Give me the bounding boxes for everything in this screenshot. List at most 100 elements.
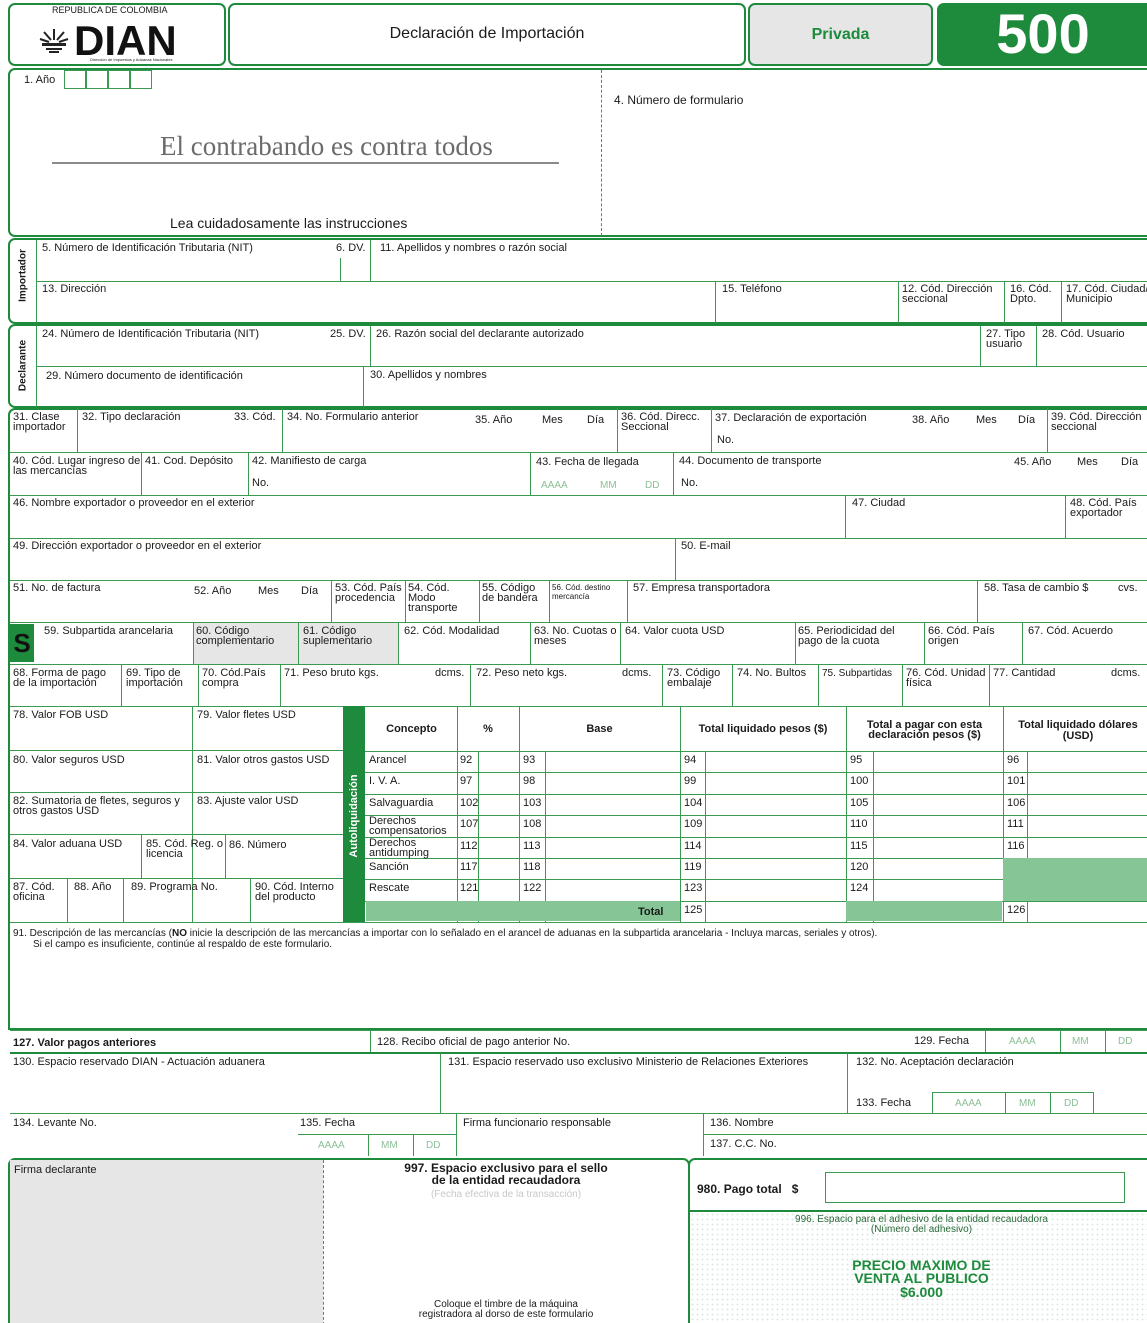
- autoliq-row-total-num: 109: [684, 818, 703, 830]
- autoliquidacion-label: Autoliquidación: [348, 774, 360, 858]
- f51-label: 51. No. de factura: [13, 582, 101, 594]
- instructions: Lea cuidadosamente las instrucciones: [170, 215, 408, 231]
- f43-label: 43. Fecha de llegada: [536, 456, 639, 468]
- firma-funcionario-label: Firma funcionario responsable: [463, 1117, 611, 1129]
- f129-aaaa: AAAA: [1009, 1036, 1036, 1047]
- f35-mes: Mes: [542, 414, 563, 426]
- f89-label: 89. Programa No.: [131, 881, 218, 893]
- firma-declarante-label: Firma declarante: [14, 1164, 97, 1176]
- f35-dia: Día: [587, 414, 605, 426]
- autoliq-header-pct: %: [483, 723, 493, 735]
- f135-aaaa: AAAA: [318, 1140, 345, 1151]
- f48-label: 48. Cód. País exportador: [1070, 497, 1137, 519]
- autoliq-row-pct-num: 97: [460, 775, 473, 787]
- f58-cvs: cvs.: [1118, 582, 1138, 594]
- f1-label: 1. Año: [24, 74, 56, 86]
- f77-label: 77. Cantidad: [993, 667, 1056, 679]
- f129-dd: DD: [1118, 1036, 1133, 1047]
- f12-label: 12. Cód. Dirección seccional: [902, 283, 993, 305]
- f130-label: 130. Espacio reservado DIAN - Actuación …: [13, 1056, 265, 1068]
- f15-label: 15. Teléfono: [722, 283, 782, 295]
- autoliq-header-total-pesos: Total liquidado pesos ($): [698, 723, 828, 735]
- f27-label: 27. Tipo usuario: [986, 328, 1026, 350]
- f37-label: 37. Declaración de exportación: [715, 412, 867, 424]
- f74-label: 74. No. Bultos: [737, 667, 807, 679]
- f42-label: 42. Manifiesto de carga: [252, 455, 367, 467]
- year-box-1[interactable]: [64, 70, 86, 89]
- year-box-3[interactable]: [108, 70, 130, 89]
- f55-label: 55. Código de bandera: [482, 582, 538, 604]
- declarante-side-label: Declarante: [17, 339, 29, 392]
- dian-logo-icon: [38, 26, 70, 58]
- f50-label: 50. E-mail: [681, 540, 731, 552]
- autoliq-row-pagar-num: 124: [850, 882, 869, 894]
- autoliq-row-pct-num: 112: [460, 840, 478, 852]
- f60-label: 60. Código complementario: [196, 625, 275, 647]
- f76-label: 76. Cód. Unidad física: [906, 667, 986, 689]
- f71-label: 71. Peso bruto kgs.: [284, 667, 379, 679]
- autoliq-row-total-num: 99: [684, 775, 697, 787]
- f62-label: 62. Cód. Modalidad: [404, 625, 500, 637]
- f83-label: 83. Ajuste valor USD: [197, 795, 299, 807]
- f37-no: No.: [717, 434, 735, 446]
- autoliq-row-pct-num: 117: [460, 861, 478, 873]
- autoliq-row-total-num: 104: [684, 797, 703, 809]
- f135-label: 135. Fecha: [300, 1117, 356, 1129]
- f4-label: 4. Número de formulario: [614, 93, 744, 107]
- f128-label: 128. Recibo oficial de pago anterior No.: [377, 1036, 571, 1048]
- f82-label: 82. Sumatoria de fletes, seguros y otros…: [13, 795, 180, 817]
- f49-label: 49. Dirección exportador o proveedor en …: [13, 540, 262, 552]
- republic-label: REPUBLICA DE COLOMBIA: [52, 5, 168, 15]
- f43-mm: MM: [600, 480, 617, 491]
- pago-total-input[interactable]: [825, 1172, 1125, 1203]
- f136-label: 136. Nombre: [710, 1117, 774, 1129]
- autoliq-row-pct-num: 92: [460, 754, 473, 766]
- f39-label: 39. Cód. Dirección seccional: [1051, 411, 1142, 433]
- autoliq-row-pagar-num: 95: [850, 754, 863, 766]
- autoliq-header-base: Base: [586, 723, 613, 735]
- autoliq-row-pagar-num: 100: [850, 775, 869, 787]
- f88-label: 88. Año: [74, 881, 112, 893]
- f80-label: 80. Valor seguros USD: [13, 754, 125, 766]
- year-box-2[interactable]: [86, 70, 108, 89]
- f78-label: 78. Valor FOB USD: [13, 709, 109, 721]
- f72-label: 72. Peso neto kgs.: [476, 667, 568, 679]
- f133-aaaa: AAAA: [955, 1098, 982, 1109]
- f135-mm: MM: [381, 1140, 398, 1151]
- privada-label: Privada: [811, 26, 870, 43]
- f59-label: 59. Subpartida arancelaria: [44, 625, 174, 637]
- f52-dia: Día: [301, 585, 319, 597]
- f41-label: 41. Cod. Depósito: [145, 455, 234, 467]
- year-box-4[interactable]: [130, 70, 152, 89]
- f61-label: 61. Código suplementario: [303, 625, 373, 647]
- autoliq-row-base-num: 108: [523, 818, 542, 830]
- dian-logo-text: DIAN: [74, 17, 177, 64]
- f133-label: 133. Fecha: [856, 1097, 912, 1109]
- f65-label: 65. Periodicidad del pago de la cuota: [798, 625, 895, 647]
- autoliq-header-concepto: Concepto: [386, 723, 437, 735]
- autoliq-row-base-num: 113: [523, 840, 541, 852]
- autoliq-row-base-num: 93: [523, 754, 536, 766]
- f77-dcms: dcms.: [1111, 667, 1141, 679]
- f56-label: 56. Cód. destino mercancía: [552, 583, 611, 601]
- f134-label: 134. Levante No.: [13, 1117, 97, 1129]
- f71-dcms: dcms.: [435, 667, 465, 679]
- f54-label: 54. Cód. Modo transporte: [408, 582, 458, 614]
- top-divider: [601, 70, 602, 236]
- f72-dcms: dcms.: [622, 667, 652, 679]
- f44-no: No.: [681, 477, 699, 489]
- f30-label: 30. Apellidos y nombres: [370, 369, 487, 381]
- f45-dia: Día: [1121, 456, 1139, 468]
- f52-label: 52. Año: [194, 585, 232, 597]
- autoliq-row-pct-num: 107: [460, 818, 479, 830]
- f64-label: 64. Valor cuota USD: [625, 625, 725, 637]
- autoliq-row-total-num: 119: [684, 861, 702, 873]
- autoliq-row-total-num: 94: [684, 754, 697, 766]
- f66-label: 66. Cód. País origen: [928, 625, 995, 647]
- slogan: El contrabando es contra todos: [160, 131, 493, 161]
- f29-label: 29. Número documento de identificación: [46, 370, 243, 382]
- autoliq-row-base-num: 98: [523, 775, 536, 787]
- autoliq-row-pagar-num: 120: [850, 861, 869, 873]
- f45-label: 45. Año: [1014, 456, 1052, 468]
- autoliq-row-pct-num: 102: [460, 797, 479, 809]
